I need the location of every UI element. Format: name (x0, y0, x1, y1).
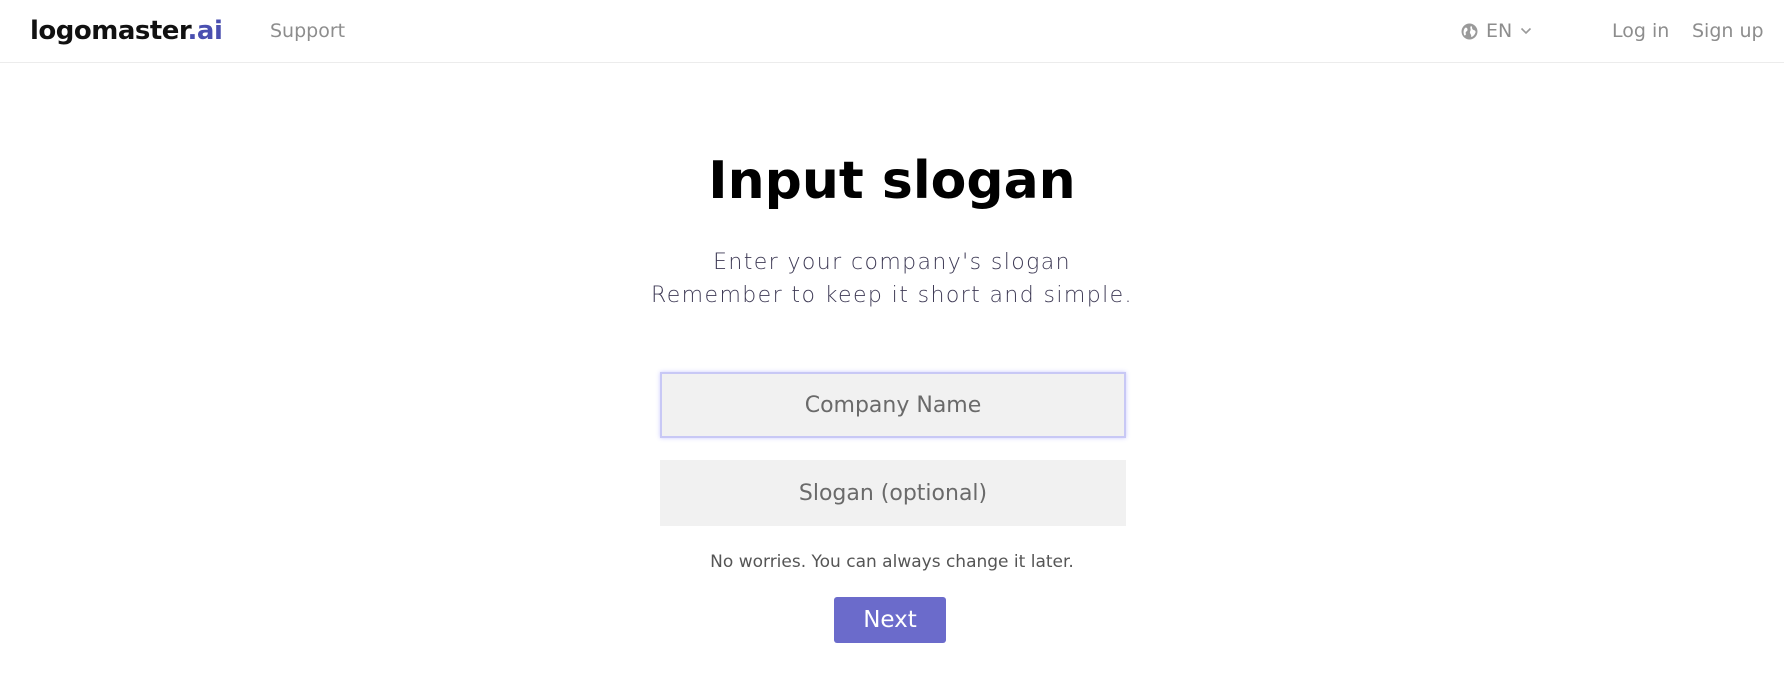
login-link[interactable]: Log in (1612, 18, 1669, 44)
logo-accent-text: .ai (187, 16, 223, 46)
next-button[interactable]: Next (834, 597, 946, 643)
globe-icon (1461, 23, 1478, 40)
slogan-form-section: Input slogan Enter your company's slogan… (0, 63, 1784, 681)
support-link[interactable]: Support (270, 18, 345, 44)
helper-text: No worries. You can always change it lat… (710, 552, 1074, 572)
language-selector[interactable]: EN (1461, 18, 1532, 44)
logo-link[interactable]: logomaster.ai (30, 13, 223, 49)
slogan-input[interactable] (660, 460, 1126, 526)
company-name-input[interactable] (660, 372, 1126, 438)
subtitle-line-2: Remember to keep it short and simple. (651, 283, 1133, 308)
top-navbar: logomaster.ai Support EN Log in Sign up (0, 0, 1784, 63)
signup-link[interactable]: Sign up (1692, 18, 1764, 44)
subtitle-line-1: Enter your company's slogan (713, 250, 1071, 275)
page-subtitle: Enter your company's slogan Remember to … (0, 246, 1784, 312)
logo-text: logomaster (30, 16, 188, 46)
language-label: EN (1486, 20, 1513, 42)
page-title: Input slogan (708, 151, 1076, 211)
chevron-down-icon (1520, 27, 1532, 35)
